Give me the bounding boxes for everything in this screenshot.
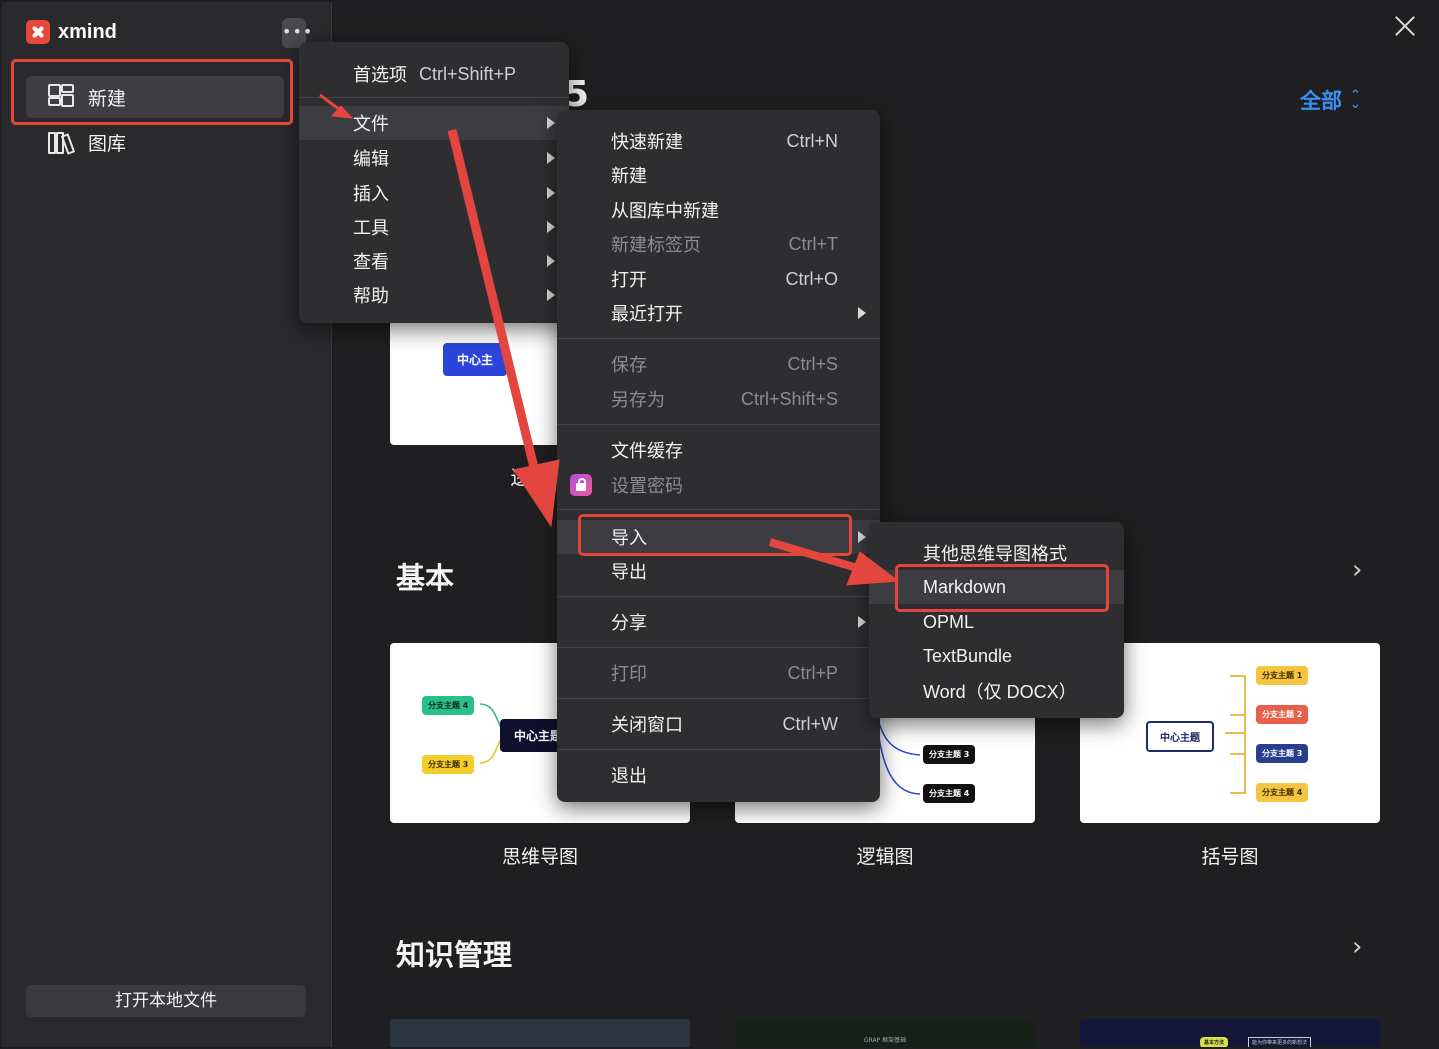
annotation-arrows: [319, 93, 900, 586]
arrow-head: [846, 551, 900, 586]
arrow-head: [513, 459, 560, 528]
app-window: xmind ••• 新建 图库 打开本地文件 全部 ⌃⌄ 5 中心主 逻 基本 …: [2, 2, 1437, 1047]
